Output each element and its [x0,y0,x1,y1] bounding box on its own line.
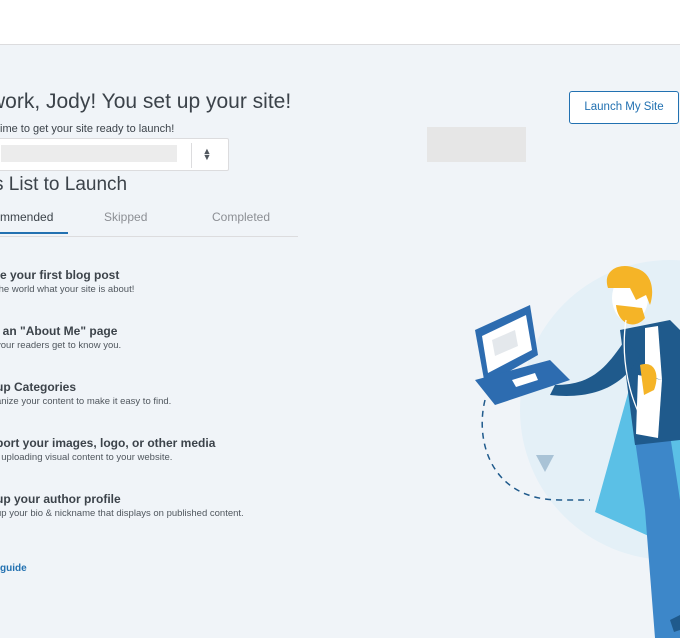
page-title: work, Jody! You set up your site! [0,90,292,113]
task-item-author-profile[interactable]: up your author profile up your bio & nic… [0,492,244,519]
task-description: the world what your site is about! [0,284,135,295]
tab-skipped[interactable]: Skipped [104,210,147,224]
chevron-down-icon: ▼ [202,152,212,162]
task-item-about-page[interactable]: l an "About Me" page your readers get to… [0,324,121,351]
task-description: t uploading visual content to your websi… [0,452,173,463]
task-title: up your author profile [0,492,121,506]
task-title: port your images, logo, or other media [0,436,216,450]
task-title: l an "About Me" page [0,324,118,338]
placeholder-block [427,127,526,162]
guide-link[interactable]: guide [0,563,27,574]
site-select-divider [191,143,192,168]
task-item-import-media[interactable]: port your images, logo, or other media t… [0,436,215,463]
active-tab-indicator [0,232,68,234]
site-select-value-placeholder [1,145,177,162]
task-description: anize your content to make it easy to fi… [0,396,172,407]
task-description: up your bio & nickname that displays on … [0,508,244,519]
task-title: up Categories [0,380,77,394]
task-title: te your first blog post [0,268,120,282]
checklist-title: s List to Launch [0,174,128,195]
chevron-up-down-icon[interactable]: ▲ ▼ [201,147,213,162]
task-item-categories[interactable]: up Categories anize your content to make… [0,380,171,407]
task-description: your readers get to know you. [0,340,122,351]
tab-recommended[interactable]: mmended [0,210,53,224]
person-with-laptop-illustration [475,260,680,638]
task-item-blog-post[interactable]: te your first blog post the world what y… [0,268,134,295]
page-subtitle: ime to get your site ready to launch! [0,123,175,135]
site-select[interactable]: ▲ ▼ [0,138,229,171]
tab-completed[interactable]: Completed [212,210,270,224]
top-bar [0,0,680,45]
launch-site-button[interactable]: Launch My Site [569,91,679,124]
